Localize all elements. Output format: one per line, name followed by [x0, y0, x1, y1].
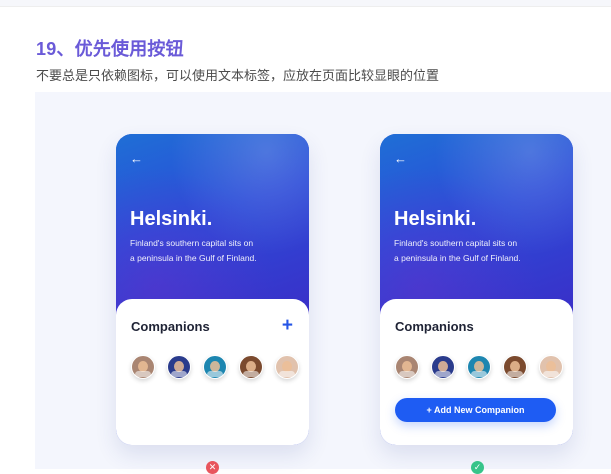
city-title: Helsinki.	[394, 208, 477, 230]
card-icon-only: ← Helsinki. Finland's southern capital s…	[116, 134, 309, 445]
back-arrow-icon[interactable]: ←	[394, 152, 407, 165]
city-description-line-1: Finland's southern capital sits on	[130, 238, 254, 248]
top-divider	[0, 0, 611, 7]
bad-example-x-icon: ✕	[206, 461, 219, 474]
page-subtitle: 不要总是只依赖图标，可以使用文本标签，应放在页面比较显眼的位置	[36, 68, 440, 83]
city-title: Helsinki.	[130, 208, 213, 230]
city-description: Finland's southern capital sits on a pen…	[394, 236, 564, 266]
back-arrow-icon[interactable]: ←	[130, 152, 143, 165]
avatar[interactable]	[467, 355, 491, 379]
good-example-check-icon: ✓	[471, 461, 484, 474]
companions-sheet: Companions + Add New Companion	[380, 299, 573, 445]
avatar[interactable]	[431, 355, 455, 379]
avatar[interactable]	[539, 355, 563, 379]
city-description-line-1: Finland's southern capital sits on	[394, 238, 518, 248]
avatar[interactable]	[203, 355, 227, 379]
add-new-companion-button[interactable]: + Add New Companion	[395, 398, 556, 422]
companions-title: Companions	[395, 319, 474, 334]
page-title: 19、优先使用按钮	[36, 39, 184, 59]
avatar[interactable]	[503, 355, 527, 379]
city-description: Finland's southern capital sits on a pen…	[130, 236, 300, 266]
card-labeled-button: ← Helsinki. Finland's southern capital s…	[380, 134, 573, 445]
city-description-line-2: a peninsula in the Gulf of Finland.	[394, 253, 521, 263]
add-companion-plus-icon[interactable]: +	[282, 316, 293, 335]
city-description-line-2: a peninsula in the Gulf of Finland.	[130, 253, 257, 263]
avatar[interactable]	[275, 355, 299, 379]
avatar[interactable]	[131, 355, 155, 379]
companions-sheet: Companions +	[116, 299, 309, 445]
avatar[interactable]	[239, 355, 263, 379]
companions-title: Companions	[131, 319, 210, 334]
avatar[interactable]	[395, 355, 419, 379]
avatar[interactable]	[167, 355, 191, 379]
